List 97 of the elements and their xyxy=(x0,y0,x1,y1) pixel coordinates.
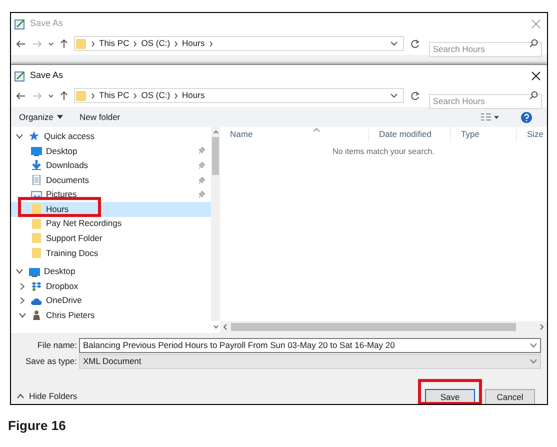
tree-item[interactable]: Support Folder xyxy=(11,231,211,246)
chevron-icon xyxy=(208,40,213,46)
dropdown-caret-icon[interactable] xyxy=(390,40,398,46)
breadcrumb-item[interactable]: Hours xyxy=(182,37,205,50)
back-arrow-icon[interactable] xyxy=(16,38,26,48)
scroll-down-icon xyxy=(212,325,218,329)
scrollbar-thumb[interactable] xyxy=(231,323,516,331)
boxes-icon xyxy=(31,281,42,292)
tree-item[interactable]: Dropbox xyxy=(11,278,211,294)
window-title: Save As xyxy=(30,68,64,82)
chevron-icon xyxy=(174,92,178,98)
column-header[interactable]: Size xyxy=(527,128,544,141)
save-icon xyxy=(14,70,26,82)
monitor-icon xyxy=(31,146,42,156)
collapse-caret-icon xyxy=(17,394,24,398)
tree-item[interactable]: Downloads xyxy=(11,158,211,173)
scrollbar-thumb[interactable] xyxy=(212,137,219,175)
folder-icon xyxy=(75,90,87,100)
dropdown-caret-icon xyxy=(530,359,537,364)
highlight-frame xyxy=(418,379,482,404)
tree-item[interactable]: Chris Pieters xyxy=(11,308,211,321)
column-header[interactable]: Name xyxy=(230,128,253,141)
pin-icon xyxy=(199,191,205,198)
tree-item[interactable]: Training Docs xyxy=(11,246,211,260)
address-bar[interactable]: This PC OS (C:) Hours xyxy=(74,36,404,51)
search-icon xyxy=(529,91,538,100)
breadcrumb-item[interactable]: This PC xyxy=(99,89,130,102)
expanded-chevron-icon[interactable] xyxy=(16,134,22,139)
tree-item[interactable]: OneDrive xyxy=(11,294,211,308)
file-type-dropdown[interactable]: XML Document xyxy=(79,354,541,369)
star-icon xyxy=(29,131,40,142)
folder-icon xyxy=(31,204,42,214)
breadcrumb-item[interactable]: This PC xyxy=(99,37,130,50)
scroll-left-icon xyxy=(223,324,227,330)
document-icon xyxy=(31,175,42,186)
breadcrumb-item[interactable]: OS (C:) xyxy=(141,37,170,50)
chevron-icon xyxy=(91,40,95,46)
folder-icon xyxy=(31,218,42,229)
dropdown-caret-icon xyxy=(56,115,62,119)
file-name-field[interactable]: Balancing Previous Period Hours to Payroll From Sun 03-May 20 to Sat 16-May 20 xyxy=(79,338,541,353)
hide-folders-button[interactable]: Hide Folders xyxy=(17,390,78,402)
pin-icon xyxy=(199,147,205,154)
folder-icon xyxy=(31,233,42,244)
tree-item[interactable]: Desktop xyxy=(11,144,211,158)
help-icon[interactable] xyxy=(521,112,532,122)
chevron-icon xyxy=(174,40,178,46)
refresh-icon[interactable] xyxy=(410,38,420,48)
empty-message: No items match your search. xyxy=(332,146,434,158)
back-arrow-icon[interactable] xyxy=(16,90,26,100)
save-icon xyxy=(14,18,26,30)
tree-item[interactable]: Pay Net Recordings xyxy=(11,216,211,232)
field-label: File name: xyxy=(36,339,78,352)
address-bar[interactable]: This PC OS (C:) Hours xyxy=(74,88,404,103)
window-title: Save As xyxy=(30,16,64,30)
folder-icon xyxy=(75,38,87,48)
folder-icon xyxy=(31,248,42,258)
scroll-up-icon xyxy=(212,130,218,134)
cancel-button[interactable]: Cancel xyxy=(485,389,535,404)
tree-item[interactable]: Quick access xyxy=(11,129,211,144)
monitor-icon xyxy=(29,266,40,277)
field-label: Save as type: xyxy=(24,355,78,368)
pin-icon xyxy=(199,176,205,184)
download-arrow-icon xyxy=(31,160,42,170)
person-icon xyxy=(31,310,42,320)
breadcrumb-item[interactable]: OS (C:) xyxy=(141,89,170,102)
chevron-icon xyxy=(133,40,138,46)
up-arrow-icon[interactable] xyxy=(60,38,68,48)
scrollbar[interactable] xyxy=(211,127,220,321)
collapsed-chevron-icon[interactable] xyxy=(20,297,24,304)
new-folder-button[interactable]: New folder xyxy=(80,110,120,124)
scroll-right-icon xyxy=(540,324,544,330)
search-field[interactable]: Search Hours xyxy=(428,42,542,56)
search-icon xyxy=(529,39,538,48)
search-field[interactable]: Search Hours xyxy=(428,94,542,108)
expanded-chevron-icon[interactable] xyxy=(18,312,26,318)
chevron-icon xyxy=(133,92,138,98)
breadcrumb-item[interactable]: Hours xyxy=(182,89,205,102)
expanded-chevron-icon[interactable] xyxy=(16,269,22,274)
column-header[interactable]: Type xyxy=(461,128,480,141)
pin-icon xyxy=(199,162,205,169)
tree-item[interactable]: Documents xyxy=(11,172,211,188)
collapsed-chevron-icon[interactable] xyxy=(20,282,24,290)
tree-item[interactable]: Pictures xyxy=(11,187,211,202)
up-arrow-icon[interactable] xyxy=(60,90,68,100)
chevron-icon xyxy=(91,92,95,98)
sort-caret-icon xyxy=(312,128,320,132)
figure-caption: Figure 16 xyxy=(8,418,66,433)
dropdown-caret-icon[interactable] xyxy=(390,92,398,98)
scrollbar[interactable] xyxy=(220,321,547,333)
refresh-icon[interactable] xyxy=(410,90,420,100)
cloud-icon xyxy=(31,296,42,306)
column-header[interactable]: Date modified xyxy=(379,128,432,141)
dropdown-caret-icon xyxy=(530,343,537,348)
organize-menu[interactable]: Organize xyxy=(19,110,62,124)
tree-item[interactable]: Desktop xyxy=(11,264,211,279)
view-options-icon[interactable] xyxy=(481,113,499,121)
close-icon[interactable] xyxy=(531,70,541,80)
